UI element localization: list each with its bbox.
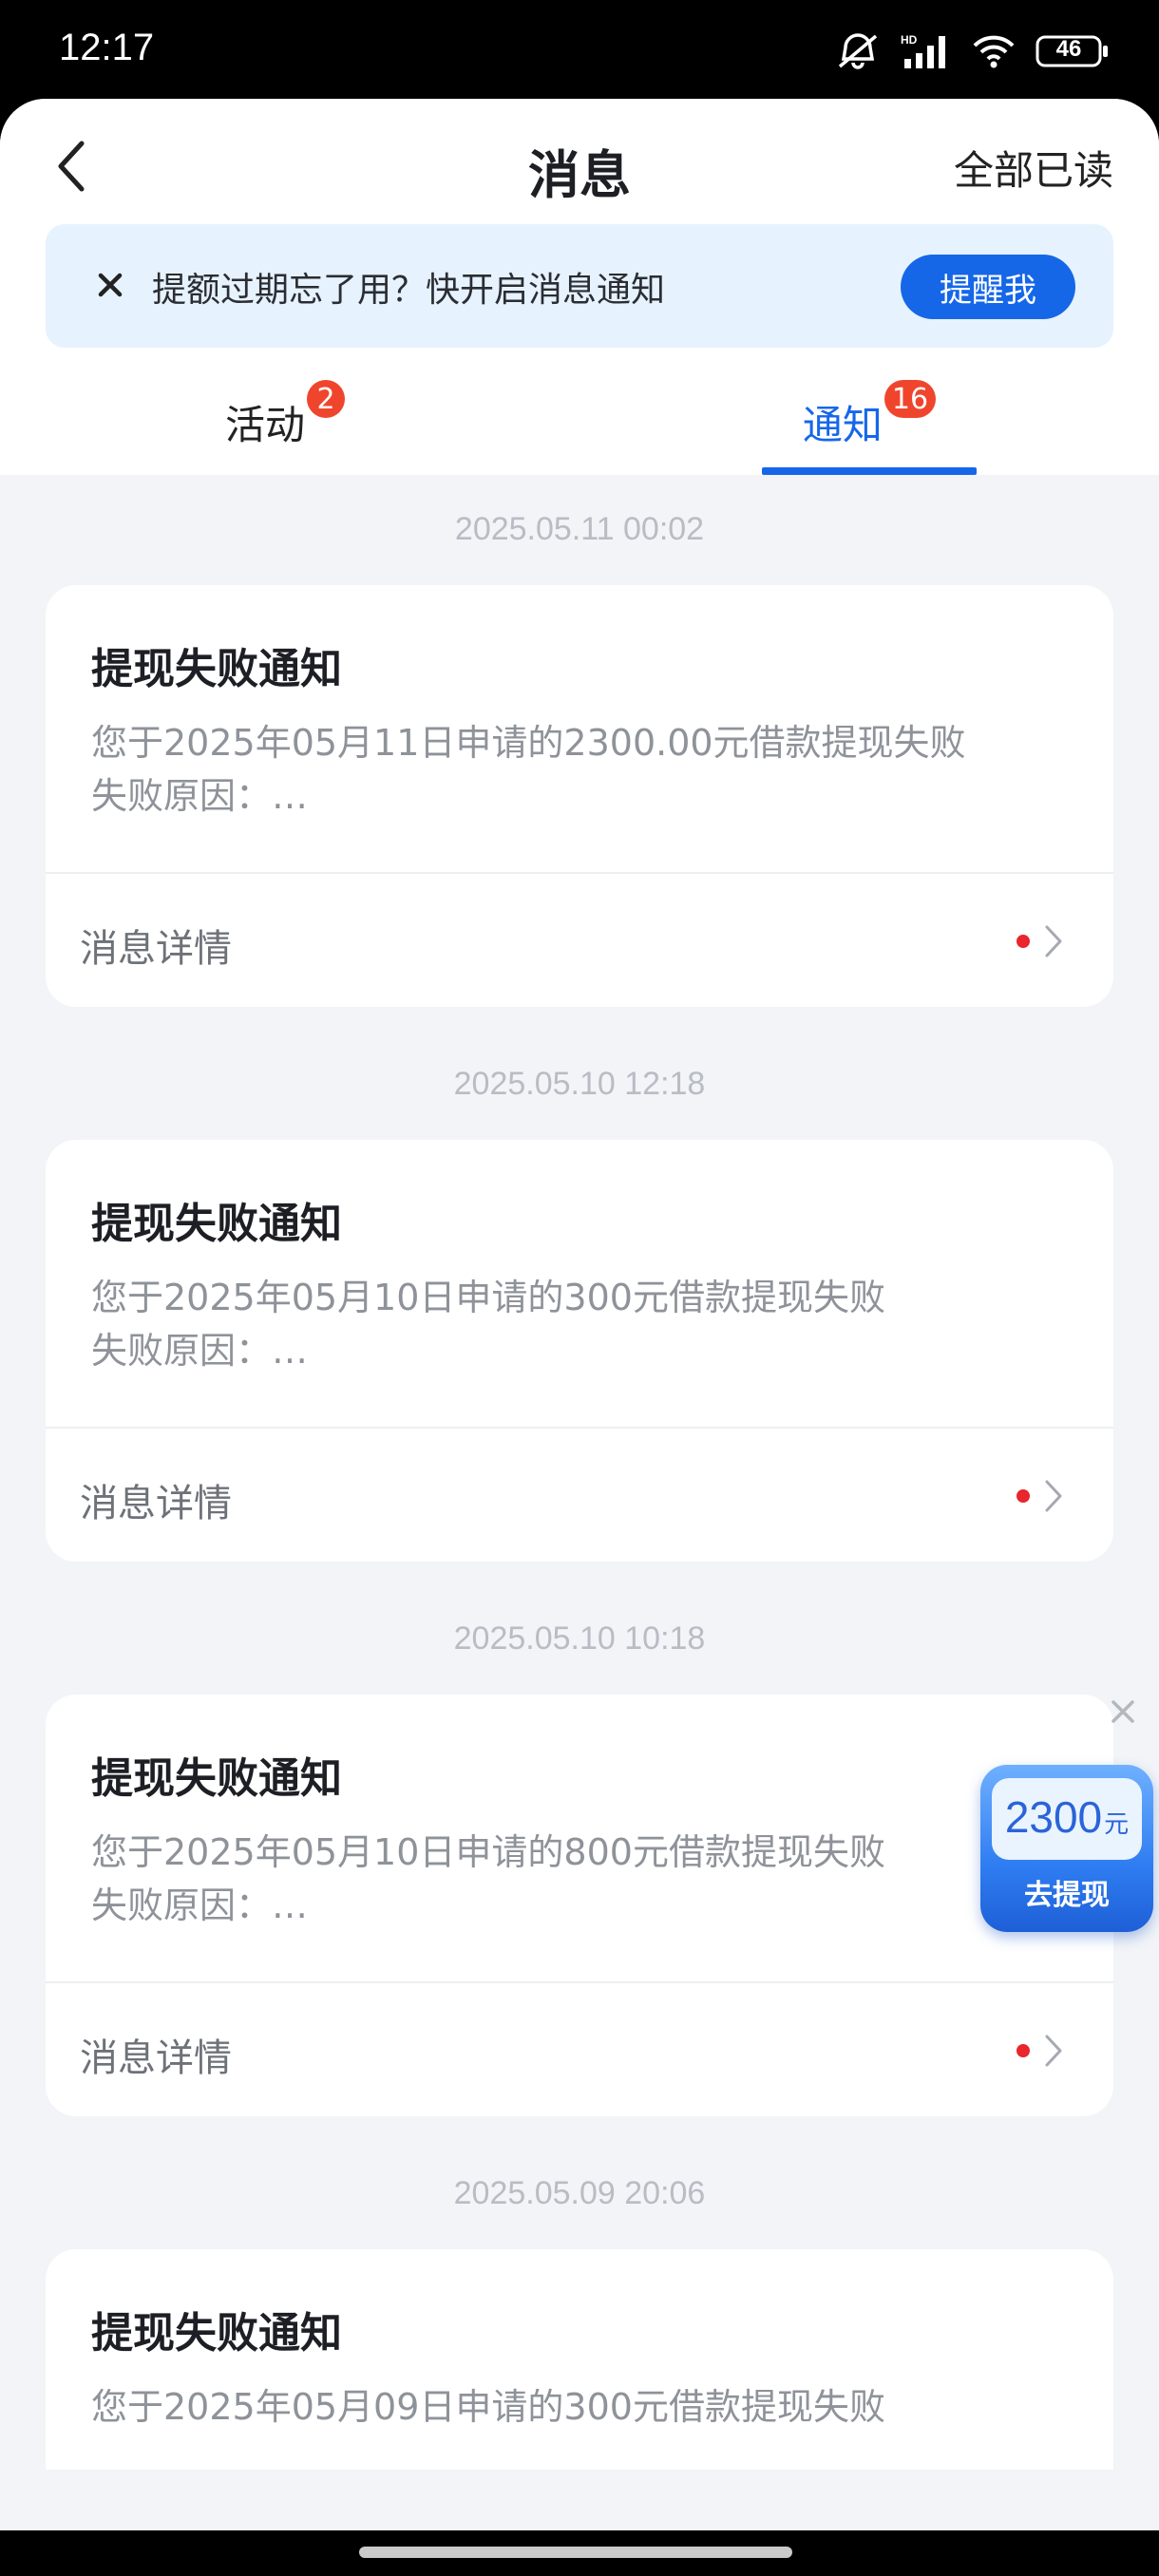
promo-action: 去提现 [1024, 1879, 1110, 1912]
message-line: 您于2025年05月10日申请的300元借款提现失败 [91, 1277, 885, 1318]
mute-icon [834, 32, 882, 70]
detail-label: 消息详情 [80, 2036, 232, 2080]
message-line: 您于2025年05月11日申请的2300.00元借款提现失败 [91, 722, 966, 764]
message-line: 您于2025年05月10日申请的800元借款提现失败 [91, 1831, 885, 1873]
message-title: 提现失败通知 [91, 645, 342, 693]
message-body: 您于2025年05月11日申请的2300.00元借款提现失败 失败原因：… [91, 716, 966, 823]
message-timestamp: 2025.05.11 00:02 [454, 511, 705, 547]
mark-all-read-button[interactable]: 全部已读 [954, 139, 1113, 197]
message-title: 提现失败通知 [91, 1754, 342, 1803]
unread-dot [1016, 2044, 1030, 2057]
tab-label: 活动 [224, 402, 305, 448]
detail-label: 消息详情 [80, 927, 232, 971]
promo-unit: 元 [1104, 1810, 1130, 1839]
message-title: 提现失败通知 [91, 1200, 342, 1248]
message-detail-link[interactable]: 消息详情 [46, 874, 1113, 1007]
message-card: 提现失败通知 您于2025年05月11日申请的2300.00元借款提现失败 失败… [46, 585, 1113, 1007]
tab-notifications[interactable]: 通知 16 [760, 355, 978, 475]
remind-me-button[interactable]: 提醒我 [901, 255, 1075, 319]
bottom-spacer [0, 2470, 1159, 2530]
close-icon[interactable] [89, 264, 131, 306]
message-body: 您于2025年05月09日申请的300元借款提现失败 [91, 2380, 885, 2434]
home-indicator[interactable] [359, 2547, 792, 2558]
withdraw-promo-widget[interactable]: 2300 元 去提现 [980, 1765, 1153, 1932]
active-tab-indicator [762, 467, 977, 475]
chevron-right-icon [1045, 1480, 1062, 1512]
status-icons: HD 46 [834, 32, 1110, 70]
message-card: 提现失败通知 您于2025年05月09日申请的300元借款提现失败 [46, 2249, 1113, 2470]
wifi-icon [971, 32, 1016, 70]
tab-label: 通知 [802, 402, 883, 448]
message-body: 您于2025年05月10日申请的300元借款提现失败 失败原因：… [91, 1271, 885, 1377]
message-detail-link[interactable]: 消息详情 [46, 1429, 1113, 1562]
tab-activity[interactable]: 活动 2 [142, 355, 428, 475]
message-body: 您于2025年05月10日申请的800元借款提现失败 失败原因：… [91, 1826, 885, 1932]
message-line: 失败原因：… [91, 1885, 309, 1926]
message-card: 提现失败通知 您于2025年05月10日申请的300元借款提现失败 失败原因：…… [46, 1140, 1113, 1562]
message-screen: 消息 全部已读 提额过期忘了用？快开启消息通知 提醒我 活动 2 通知 16 2… [0, 99, 1159, 2530]
unread-dot [1016, 935, 1030, 948]
message-timestamp: 2025.05.09 20:06 [453, 2175, 706, 2211]
message-detail-link[interactable]: 消息详情 [46, 1983, 1113, 2116]
close-icon[interactable] [1106, 1695, 1140, 1729]
status-time: 12:17 [59, 27, 155, 68]
notification-banner: 提额过期忘了用？快开启消息通知 提醒我 [46, 224, 1113, 348]
message-line: 失败原因：… [91, 775, 309, 817]
unread-badge: 16 [884, 380, 937, 418]
header: 消息 全部已读 提额过期忘了用？快开启消息通知 提醒我 活动 2 通知 16 [0, 99, 1159, 475]
chevron-right-icon [1045, 925, 1062, 957]
chevron-right-icon [1045, 2035, 1062, 2067]
message-timestamp: 2025.05.10 10:18 [453, 1620, 706, 1657]
message-line: 您于2025年05月09日申请的300元借款提现失败 [91, 2386, 885, 2428]
status-bar: 12:17 HD 46 [0, 0, 1159, 99]
battery-icon: 46 [1036, 34, 1110, 68]
promo-amount: 2300 [1004, 1792, 1103, 1842]
hd-signal-icon: HD [901, 32, 952, 70]
message-title: 提现失败通知 [91, 2309, 342, 2358]
battery-level: 46 [1055, 36, 1082, 62]
promo-amount-box: 2300 元 [992, 1778, 1142, 1860]
unread-dot [1016, 1489, 1030, 1503]
message-card: 提现失败通知 您于2025年05月10日申请的800元借款提现失败 失败原因：…… [46, 1695, 1113, 2116]
unread-badge: 2 [307, 380, 345, 418]
message-line: 失败原因：… [91, 1330, 309, 1372]
message-feed[interactable]: 2025.05.11 00:02 提现失败通知 您于2025年05月11日申请的… [0, 475, 1159, 2470]
detail-label: 消息详情 [80, 1482, 232, 1525]
banner-text: 提额过期忘了用？快开启消息通知 [152, 271, 666, 310]
message-timestamp: 2025.05.10 12:18 [453, 1066, 706, 1102]
svg-text:HD: HD [901, 33, 918, 47]
